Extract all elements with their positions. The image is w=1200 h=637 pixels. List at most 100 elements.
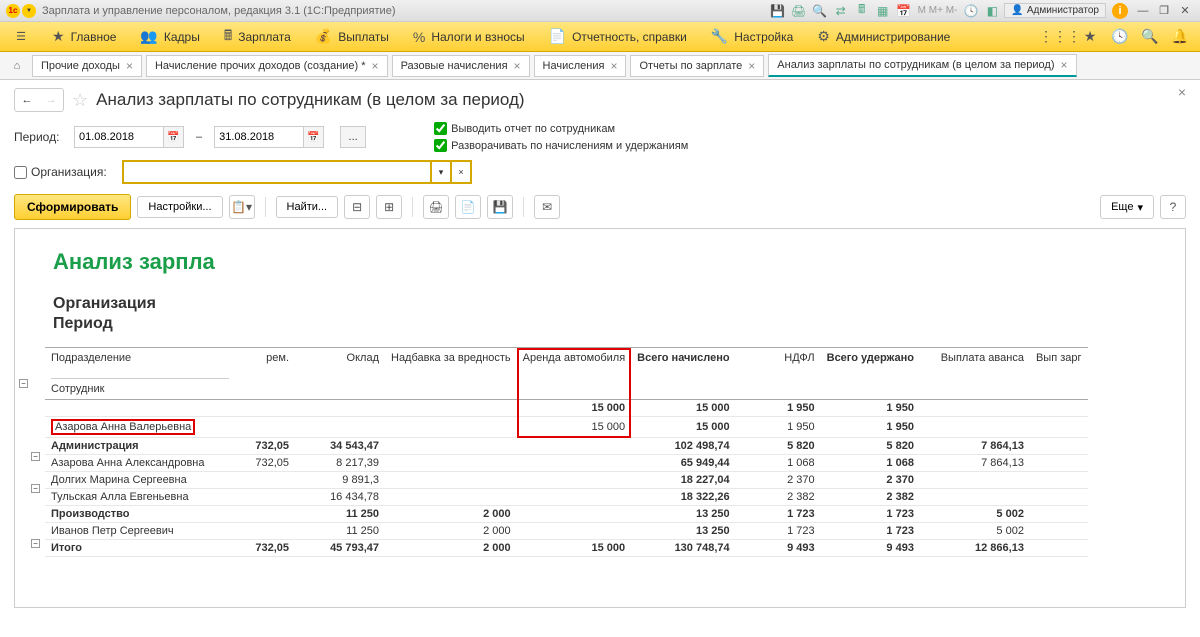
table-row[interactable]: Тульская Алла Евгеньевна16 434,7818 322,… <box>45 489 1088 506</box>
info-icon[interactable]: i <box>1112 3 1128 19</box>
user-badge[interactable]: 👤Администратор <box>1004 3 1106 18</box>
date-to-input[interactable] <box>214 126 304 148</box>
save-button[interactable]: 💾 <box>487 195 513 219</box>
forward-button[interactable]: → <box>39 89 63 111</box>
star-icon: ★ <box>52 28 65 45</box>
compare-icon[interactable]: ⇄ <box>832 3 850 19</box>
favorite-icon[interactable]: ★ <box>1078 25 1102 49</box>
table-row[interactable]: Производство11 2502 00013 2501 7231 7235… <box>45 506 1088 523</box>
col-arenda: Аренда автомобиля <box>517 348 632 400</box>
app-menu-dropdown[interactable]: ▼ <box>22 4 36 18</box>
print-button[interactable]: 🖨 <box>423 195 449 219</box>
org-input[interactable] <box>122 160 432 184</box>
close-icon[interactable]: × <box>1061 58 1068 72</box>
table-row[interactable]: Долгих Марина Сергеевна9 891,318 227,042… <box>45 472 1088 489</box>
print-icon[interactable]: 🖨 <box>790 3 808 19</box>
email-button[interactable]: ✉ <box>534 195 560 219</box>
app-logo-icon: 1c <box>6 4 20 18</box>
close-icon[interactable]: × <box>748 59 755 73</box>
menu-salary[interactable]: 🖩Зарплата <box>212 21 303 53</box>
preview-button[interactable]: 📄 <box>455 195 481 219</box>
chk-expand[interactable]: Разворачивать по начислениям и удержания… <box>434 139 688 152</box>
calendar-icon[interactable]: 📅 <box>895 3 913 19</box>
tree-collapse-icon[interactable]: − <box>31 539 40 548</box>
table-icon[interactable]: ▦ <box>874 3 892 19</box>
tab-bar: ⌂ Прочие доходы× Начисление прочих доход… <box>0 52 1200 80</box>
back-button[interactable]: ← <box>15 89 39 111</box>
tree-collapse-icon[interactable]: − <box>31 452 40 461</box>
tree-collapse-icon[interactable]: − <box>19 379 28 388</box>
menu-reports[interactable]: 📄Отчетность, справки <box>537 24 699 49</box>
close-content-button[interactable]: × <box>1178 84 1186 100</box>
close-icon[interactable]: × <box>126 59 133 73</box>
date-from-picker-icon[interactable]: 📅 <box>164 126 184 148</box>
period-select-button[interactable]: ... <box>340 126 366 148</box>
find-button[interactable]: Найти... <box>276 196 339 218</box>
col-dept: Подразделение Сотрудник <box>45 348 235 400</box>
bell-icon[interactable]: 🔔 <box>1168 25 1192 49</box>
tree-collapse-icon[interactable]: − <box>31 484 40 493</box>
chk-by-employee[interactable]: Выводить отчет по сотрудникам <box>434 122 688 135</box>
settings-button[interactable]: Настройки... <box>137 196 222 218</box>
table-row[interactable]: Азарова Анна Валерьевна15 00015 0001 950… <box>45 417 1088 438</box>
org-dropdown-button[interactable]: ▾ <box>432 160 452 184</box>
apps-icon[interactable]: ⋮⋮⋮ <box>1048 25 1072 49</box>
table-row[interactable]: Администрация732,0534 543,47102 498,745 … <box>45 438 1088 455</box>
menu-payments[interactable]: 💰Выплаты <box>303 24 401 49</box>
panel-icon[interactable]: ◧ <box>983 3 1001 19</box>
history-icon[interactable]: 🕓 <box>962 3 980 19</box>
table-row[interactable]: Азарова Анна Александровна732,058 217,39… <box>45 455 1088 472</box>
collapse-icon[interactable]: ⊟ <box>344 195 370 219</box>
money-icon: 💰 <box>315 28 332 45</box>
expand-icon[interactable]: ⊞ <box>376 195 402 219</box>
table-row[interactable]: 15 00015 0001 9501 950 <box>45 400 1088 417</box>
menu-taxes[interactable]: %Налоги и взносы <box>401 25 537 49</box>
menu-settings[interactable]: 🔧Настройка <box>699 24 806 49</box>
history2-icon[interactable]: 🕓 <box>1108 25 1132 49</box>
nav-buttons: ← → <box>14 88 64 112</box>
home-tab-icon[interactable]: ⌂ <box>6 56 28 76</box>
form-report-button[interactable]: Сформировать <box>14 194 131 220</box>
table-row[interactable]: Иванов Петр Сергеевич11 2502 00013 2501 … <box>45 523 1088 540</box>
people-icon: 👥 <box>140 28 157 45</box>
preview-icon[interactable]: 🔍 <box>811 3 829 19</box>
maximize-button[interactable]: ❐ <box>1155 4 1173 18</box>
help-button[interactable]: ? <box>1160 195 1186 219</box>
tab-other-income[interactable]: Прочие доходы× <box>32 55 142 77</box>
minimize-button[interactable]: — <box>1134 4 1152 18</box>
search-icon[interactable]: 🔍 <box>1138 25 1162 49</box>
toolbar: Сформировать Настройки... 📋▾ Найти... ⊟ … <box>14 194 1186 220</box>
report-frame[interactable]: − − − − Анализ зарпла Организация Период… <box>14 228 1186 608</box>
wrench-icon: 🔧 <box>711 28 728 45</box>
page-title: Анализ зарплаты по сотрудникам (в целом … <box>96 90 524 110</box>
tab-accruals[interactable]: Начисления× <box>534 55 627 77</box>
favorite-star-icon[interactable]: ☆ <box>72 90 88 111</box>
close-window-button[interactable]: ✕ <box>1176 4 1194 18</box>
save-icon[interactable]: 💾 <box>769 3 787 19</box>
date-to-picker-icon[interactable]: 📅 <box>304 126 324 148</box>
date-from-input[interactable] <box>74 126 164 148</box>
report-org-label: Организация <box>53 293 1173 315</box>
close-icon[interactable]: × <box>514 59 521 73</box>
window-title: Зарплата и управление персоналом, редакц… <box>42 5 769 17</box>
variant-button[interactable]: 📋▾ <box>229 195 255 219</box>
org-clear-button[interactable]: × <box>452 160 472 184</box>
col-prem: рем. <box>235 348 295 400</box>
close-icon[interactable]: × <box>372 59 379 73</box>
tab-onetime[interactable]: Разовые начисления× <box>392 55 530 77</box>
tab-accrual-create[interactable]: Начисление прочих доходов (создание) *× <box>146 55 388 77</box>
menu-main[interactable]: ★Главное <box>40 24 128 49</box>
more-button[interactable]: Еще ▾ <box>1100 195 1154 219</box>
zoom-label: M M+ M- <box>918 5 958 16</box>
hamburger-icon[interactable]: ☰ <box>8 24 34 50</box>
table-row[interactable]: Итого732,0545 793,472 00015 000130 748,7… <box>45 540 1088 557</box>
close-icon[interactable]: × <box>610 59 617 73</box>
tab-salary-reports[interactable]: Отчеты по зарплате× <box>630 55 764 77</box>
date-dash: – <box>196 131 202 143</box>
menu-admin[interactable]: ⚙Администрирование <box>805 24 962 49</box>
tab-salary-analysis[interactable]: Анализ зарплаты по сотрудникам (в целом … <box>768 54 1076 77</box>
calc-icon[interactable]: 🖩 <box>853 3 871 19</box>
period-label: Период: <box>14 130 66 144</box>
menu-hr[interactable]: 👥Кадры <box>128 24 211 49</box>
org-label[interactable]: Организация: <box>14 165 114 179</box>
